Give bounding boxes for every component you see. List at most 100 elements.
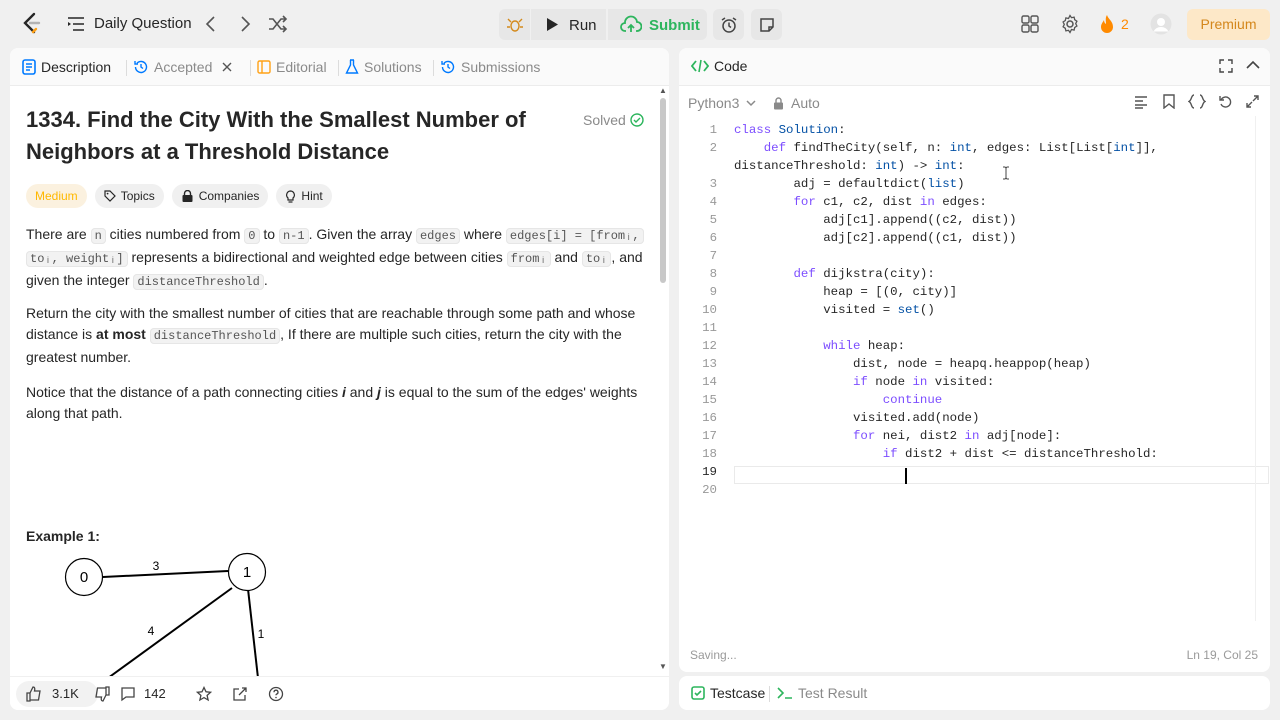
code-line: visited.add(node) bbox=[734, 411, 980, 425]
graph-edge bbox=[102, 570, 229, 578]
problem-content: 1334. Find the City With the Smallest Nu… bbox=[26, 104, 646, 544]
streak-count[interactable]: 2 bbox=[1121, 16, 1129, 32]
maximize-icon[interactable] bbox=[1219, 59, 1233, 73]
text-caret bbox=[905, 468, 907, 484]
list-icon[interactable] bbox=[66, 14, 86, 34]
scroll-up-arrow[interactable]: ▲ bbox=[659, 86, 667, 95]
code-line: heap = [(0, city)] bbox=[734, 285, 958, 299]
submit-button[interactable]: Submit bbox=[608, 9, 707, 40]
line-number: 4 bbox=[709, 195, 717, 209]
editor-toolbar: Python3 Auto bbox=[679, 86, 1270, 118]
thumbs-down-icon[interactable] bbox=[94, 686, 110, 702]
thumbs-up-icon[interactable] bbox=[26, 686, 42, 702]
bug-icon[interactable] bbox=[499, 9, 531, 40]
line-number: 19 bbox=[702, 465, 717, 479]
line-number: 11 bbox=[702, 321, 717, 335]
tab-accepted[interactable]: Accepted bbox=[133, 59, 233, 75]
gear-icon[interactable] bbox=[1060, 14, 1080, 34]
topics-chip[interactable]: Topics bbox=[94, 184, 164, 208]
language-select[interactable]: Python3 bbox=[688, 95, 739, 111]
problem-title: 1334. Find the City With the Smallest Nu… bbox=[26, 107, 526, 164]
line-number: 5 bbox=[709, 213, 717, 227]
undo-icon[interactable] bbox=[1218, 94, 1233, 109]
graph-edge-label: 4 bbox=[148, 624, 155, 638]
close-icon[interactable] bbox=[221, 61, 233, 73]
flask-icon bbox=[345, 59, 359, 74]
help-icon[interactable] bbox=[268, 686, 284, 702]
editor-scrollbar[interactable] bbox=[1255, 116, 1269, 621]
description-tabs: Description Accepted Editorial Solutions… bbox=[10, 48, 669, 86]
chevron-right-icon[interactable] bbox=[234, 13, 256, 35]
lock-icon bbox=[182, 190, 193, 202]
share-icon[interactable] bbox=[232, 686, 248, 702]
cursor-position: Ln 19, Col 25 bbox=[1186, 648, 1258, 662]
premium-button[interactable]: Premium bbox=[1187, 9, 1270, 40]
companies-chip[interactable]: Companies bbox=[171, 184, 269, 208]
tab-editorial[interactable]: Editorial bbox=[257, 59, 327, 75]
code-icon bbox=[691, 59, 709, 73]
tab-testcase[interactable]: Testcase bbox=[691, 685, 765, 701]
line-number: 12 bbox=[702, 339, 717, 353]
code-line: adj = defaultdict(list) bbox=[734, 177, 965, 191]
run-button[interactable]: Run bbox=[499, 9, 606, 40]
code-line: visited = set() bbox=[734, 303, 935, 317]
line-number: 13 bbox=[702, 357, 717, 371]
code-line: for c1, c2, dist in edges: bbox=[793, 195, 987, 209]
lock-icon bbox=[774, 97, 783, 110]
graph-edge-label: 1 bbox=[258, 627, 265, 641]
logo-icon[interactable] bbox=[20, 12, 44, 36]
play-icon bbox=[547, 18, 558, 31]
run-label: Run bbox=[569, 17, 597, 34]
braces-icon[interactable] bbox=[1188, 94, 1206, 109]
scrollbar-thumb[interactable] bbox=[660, 98, 666, 283]
comment-icon[interactable] bbox=[120, 686, 136, 702]
line-number: 6 bbox=[709, 231, 717, 245]
problem-list-title[interactable]: Daily Question bbox=[94, 15, 192, 32]
code-line: def findTheCity(self, n: int, edges: Lis… bbox=[763, 141, 1158, 155]
alarm-icon[interactable] bbox=[713, 9, 744, 40]
line-number: 16 bbox=[702, 411, 717, 425]
checkbox-icon bbox=[691, 686, 705, 700]
star-icon[interactable] bbox=[196, 686, 212, 702]
hint-chip[interactable]: Hint bbox=[276, 184, 332, 208]
chevron-down-icon[interactable] bbox=[746, 100, 756, 107]
graph-node-label: 1 bbox=[243, 564, 251, 581]
auto-mode-label[interactable]: Auto bbox=[791, 95, 820, 111]
layout-icon[interactable] bbox=[1021, 15, 1039, 33]
submit-label: Submit bbox=[649, 17, 700, 34]
like-pill: 3.1K bbox=[16, 681, 110, 707]
expand-icon[interactable] bbox=[1246, 95, 1259, 108]
document-icon bbox=[22, 59, 36, 75]
testcase-panel: Testcase Test Result bbox=[679, 676, 1270, 710]
chevron-left-icon[interactable] bbox=[200, 13, 222, 35]
line-number: 14 bbox=[702, 375, 717, 389]
graph-node-label: 0 bbox=[80, 569, 88, 586]
fire-icon[interactable] bbox=[1099, 14, 1115, 34]
tab-test-result[interactable]: Test Result bbox=[777, 685, 867, 701]
tab-solutions[interactable]: Solutions bbox=[345, 59, 422, 75]
tag-icon bbox=[104, 190, 116, 202]
code-line: adj[c2].append((c1, dist)) bbox=[734, 231, 1017, 245]
code-line: class Solution: bbox=[734, 123, 846, 137]
note-icon[interactable] bbox=[751, 9, 782, 40]
code-line: adj[c1].append((c2, dist)) bbox=[734, 213, 1017, 227]
check-circle-icon bbox=[630, 113, 644, 127]
problem-paragraph-3: Notice that the distance of a path conne… bbox=[26, 384, 638, 421]
chevron-up-icon[interactable] bbox=[1246, 60, 1260, 70]
scroll-down-arrow[interactable]: ▼ bbox=[659, 662, 667, 671]
problem-paragraph-1: There are n cities numbered from 0 to n-… bbox=[26, 226, 644, 290]
format-icon[interactable] bbox=[1134, 95, 1148, 109]
avatar-icon[interactable] bbox=[1150, 13, 1172, 35]
tab-code[interactable]: Code bbox=[691, 58, 747, 74]
tab-submissions[interactable]: Submissions bbox=[440, 59, 540, 75]
line-number: 15 bbox=[702, 393, 717, 407]
code-line: while heap: bbox=[823, 339, 906, 353]
problem-chips: Medium Topics Companies Hint bbox=[26, 184, 332, 208]
code-editor[interactable]: 1 class Solution: 2 def findTheCity(self, … bbox=[679, 123, 1270, 643]
code-line: distanceThreshold: int) -> int: bbox=[734, 159, 965, 173]
cloud-upload-icon bbox=[620, 15, 642, 32]
shuffle-icon[interactable] bbox=[266, 13, 288, 35]
tab-description[interactable]: Description bbox=[22, 59, 111, 75]
book-icon bbox=[257, 60, 271, 74]
bookmark-icon[interactable] bbox=[1163, 94, 1175, 109]
